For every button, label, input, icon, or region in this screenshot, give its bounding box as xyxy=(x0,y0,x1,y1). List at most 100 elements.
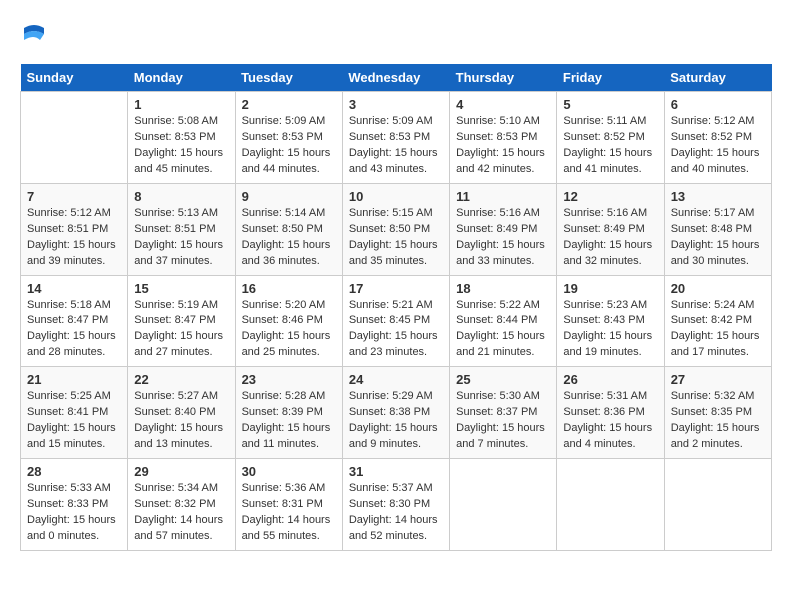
week-row-2: 7Sunrise: 5:12 AM Sunset: 8:51 PM Daylig… xyxy=(21,183,772,275)
day-number: 25 xyxy=(456,372,550,387)
day-number: 6 xyxy=(671,97,765,112)
day-number: 4 xyxy=(456,97,550,112)
logo xyxy=(20,20,52,48)
day-info: Sunrise: 5:19 AM Sunset: 8:47 PM Dayligh… xyxy=(134,298,228,362)
day-number: 9 xyxy=(242,189,336,204)
day-cell: 18Sunrise: 5:22 AM Sunset: 8:44 PM Dayli… xyxy=(450,275,557,367)
day-number: 29 xyxy=(134,464,228,479)
day-cell: 25 Sunrise: 5:30 AM Sunset: 8:37 PM Dayli… xyxy=(450,367,557,459)
day-info: Sunrise: 5:27 AM Sunset: 8:40 PM Dayligh… xyxy=(134,389,228,453)
day-number: 16 xyxy=(242,281,336,296)
week-row-1: 1 Sunrise: 5:08 AM Sunset: 8:53 PM Daylig… xyxy=(21,92,772,184)
day-number: 26 xyxy=(563,372,657,387)
day-cell: 26 Sunrise: 5:31 AM Sunset: 8:36 PM Dayli… xyxy=(557,367,664,459)
day-number: 1 xyxy=(134,97,228,112)
day-number: 15 xyxy=(134,281,228,296)
day-number: 5 xyxy=(563,97,657,112)
day-number: 23 xyxy=(242,372,336,387)
day-info: Sunrise: 5:37 AM Sunset: 8:30 PM Dayligh… xyxy=(349,481,443,545)
week-row-4: 21Sunrise: 5:25 AM Sunset: 8:41 PM Dayli… xyxy=(21,367,772,459)
day-cell: 3 Sunrise: 5:09 AM Sunset: 8:53 PM Daylig… xyxy=(342,92,449,184)
day-number: 28 xyxy=(27,464,121,479)
day-cell xyxy=(450,459,557,551)
day-info: Sunrise: 5:09 AM Sunset: 8:53 PM Dayligh… xyxy=(349,114,443,178)
day-number: 11 xyxy=(456,189,550,204)
day-info: Sunrise: 5:36 AM Sunset: 8:31 PM Dayligh… xyxy=(242,481,336,545)
day-cell: 11 Sunrise: 5:16 AM Sunset: 8:49 PM Dayli… xyxy=(450,183,557,275)
day-info: Sunrise: 5:16 AM Sunset: 8:49 PM Dayligh… xyxy=(456,206,550,270)
day-info: Sunrise: 5:31 AM Sunset: 8:36 PM Dayligh… xyxy=(563,389,657,453)
day-cell: 23Sunrise: 5:28 AM Sunset: 8:39 PM Dayli… xyxy=(235,367,342,459)
column-header-tuesday: Tuesday xyxy=(235,64,342,92)
day-cell: 19 Sunrise: 5:23 AM Sunset: 8:43 PM Dayli… xyxy=(557,275,664,367)
day-info: Sunrise: 5:09 AM Sunset: 8:53 PM Dayligh… xyxy=(242,114,336,178)
day-cell: 4Sunrise: 5:10 AM Sunset: 8:53 PM Daylig… xyxy=(450,92,557,184)
day-number: 30 xyxy=(242,464,336,479)
day-number: 10 xyxy=(349,189,443,204)
day-info: Sunrise: 5:16 AM Sunset: 8:49 PM Dayligh… xyxy=(563,206,657,270)
day-info: Sunrise: 5:34 AM Sunset: 8:32 PM Dayligh… xyxy=(134,481,228,545)
day-cell: 29 Sunrise: 5:34 AM Sunset: 8:32 PM Dayli… xyxy=(128,459,235,551)
day-cell: 16 Sunrise: 5:20 AM Sunset: 8:46 PM Dayli… xyxy=(235,275,342,367)
day-info: Sunrise: 5:15 AM Sunset: 8:50 PM Dayligh… xyxy=(349,206,443,270)
day-info: Sunrise: 5:17 AM Sunset: 8:48 PM Dayligh… xyxy=(671,206,765,270)
day-info: Sunrise: 5:12 AM Sunset: 8:52 PM Dayligh… xyxy=(671,114,765,178)
day-cell: 13 Sunrise: 5:17 AM Sunset: 8:48 PM Dayli… xyxy=(664,183,771,275)
day-cell: 7Sunrise: 5:12 AM Sunset: 8:51 PM Daylig… xyxy=(21,183,128,275)
day-cell: 17Sunrise: 5:21 AM Sunset: 8:45 PM Dayli… xyxy=(342,275,449,367)
day-cell: 14 Sunrise: 5:18 AM Sunset: 8:47 PM Dayli… xyxy=(21,275,128,367)
column-header-sunday: Sunday xyxy=(21,64,128,92)
day-info: Sunrise: 5:20 AM Sunset: 8:46 PM Dayligh… xyxy=(242,298,336,362)
day-cell: 12 Sunrise: 5:16 AM Sunset: 8:49 PM Dayli… xyxy=(557,183,664,275)
day-cell: 20 Sunrise: 5:24 AM Sunset: 8:42 PM Dayli… xyxy=(664,275,771,367)
day-info: Sunrise: 5:24 AM Sunset: 8:42 PM Dayligh… xyxy=(671,298,765,362)
day-cell: 27 Sunrise: 5:32 AM Sunset: 8:35 PM Dayli… xyxy=(664,367,771,459)
day-cell: 31Sunrise: 5:37 AM Sunset: 8:30 PM Dayli… xyxy=(342,459,449,551)
day-number: 12 xyxy=(563,189,657,204)
day-cell: 1 Sunrise: 5:08 AM Sunset: 8:53 PM Daylig… xyxy=(128,92,235,184)
day-number: 3 xyxy=(349,97,443,112)
day-cell: 21Sunrise: 5:25 AM Sunset: 8:41 PM Dayli… xyxy=(21,367,128,459)
day-info: Sunrise: 5:18 AM Sunset: 8:47 PM Dayligh… xyxy=(27,298,121,362)
day-cell xyxy=(21,92,128,184)
day-number: 13 xyxy=(671,189,765,204)
week-row-5: 28Sunrise: 5:33 AM Sunset: 8:33 PM Dayli… xyxy=(21,459,772,551)
day-cell: 8Sunrise: 5:13 AM Sunset: 8:51 PM Daylig… xyxy=(128,183,235,275)
day-info: Sunrise: 5:25 AM Sunset: 8:41 PM Dayligh… xyxy=(27,389,121,453)
day-cell: 15 Sunrise: 5:19 AM Sunset: 8:47 PM Dayli… xyxy=(128,275,235,367)
day-cell: 9 Sunrise: 5:14 AM Sunset: 8:50 PM Daylig… xyxy=(235,183,342,275)
day-number: 7 xyxy=(27,189,121,204)
day-info: Sunrise: 5:08 AM Sunset: 8:53 PM Dayligh… xyxy=(134,114,228,178)
column-header-wednesday: Wednesday xyxy=(342,64,449,92)
column-header-friday: Friday xyxy=(557,64,664,92)
page-header xyxy=(20,20,772,48)
day-number: 2 xyxy=(242,97,336,112)
week-row-3: 14 Sunrise: 5:18 AM Sunset: 8:47 PM Dayli… xyxy=(21,275,772,367)
day-number: 14 xyxy=(27,281,121,296)
day-number: 22 xyxy=(134,372,228,387)
day-number: 19 xyxy=(563,281,657,296)
column-header-monday: Monday xyxy=(128,64,235,92)
day-cell: 24Sunrise: 5:29 AM Sunset: 8:38 PM Dayli… xyxy=(342,367,449,459)
day-info: Sunrise: 5:14 AM Sunset: 8:50 PM Dayligh… xyxy=(242,206,336,270)
column-header-saturday: Saturday xyxy=(664,64,771,92)
day-cell: 30 Sunrise: 5:36 AM Sunset: 8:31 PM Dayli… xyxy=(235,459,342,551)
day-cell: 10 Sunrise: 5:15 AM Sunset: 8:50 PM Dayli… xyxy=(342,183,449,275)
logo-icon xyxy=(20,20,48,48)
day-cell: 28Sunrise: 5:33 AM Sunset: 8:33 PM Dayli… xyxy=(21,459,128,551)
day-info: Sunrise: 5:23 AM Sunset: 8:43 PM Dayligh… xyxy=(563,298,657,362)
day-number: 17 xyxy=(349,281,443,296)
day-info: Sunrise: 5:22 AM Sunset: 8:44 PM Dayligh… xyxy=(456,298,550,362)
day-info: Sunrise: 5:32 AM Sunset: 8:35 PM Dayligh… xyxy=(671,389,765,453)
day-info: Sunrise: 5:30 AM Sunset: 8:37 PM Dayligh… xyxy=(456,389,550,453)
day-info: Sunrise: 5:11 AM Sunset: 8:52 PM Dayligh… xyxy=(563,114,657,178)
column-header-thursday: Thursday xyxy=(450,64,557,92)
header-row: SundayMondayTuesdayWednesdayThursdayFrid… xyxy=(21,64,772,92)
day-number: 20 xyxy=(671,281,765,296)
day-number: 27 xyxy=(671,372,765,387)
day-cell: 6 Sunrise: 5:12 AM Sunset: 8:52 PM Daylig… xyxy=(664,92,771,184)
day-cell xyxy=(664,459,771,551)
day-cell: 5 Sunrise: 5:11 AM Sunset: 8:52 PM Daylig… xyxy=(557,92,664,184)
day-info: Sunrise: 5:29 AM Sunset: 8:38 PM Dayligh… xyxy=(349,389,443,453)
calendar-table: SundayMondayTuesdayWednesdayThursdayFrid… xyxy=(20,64,772,551)
